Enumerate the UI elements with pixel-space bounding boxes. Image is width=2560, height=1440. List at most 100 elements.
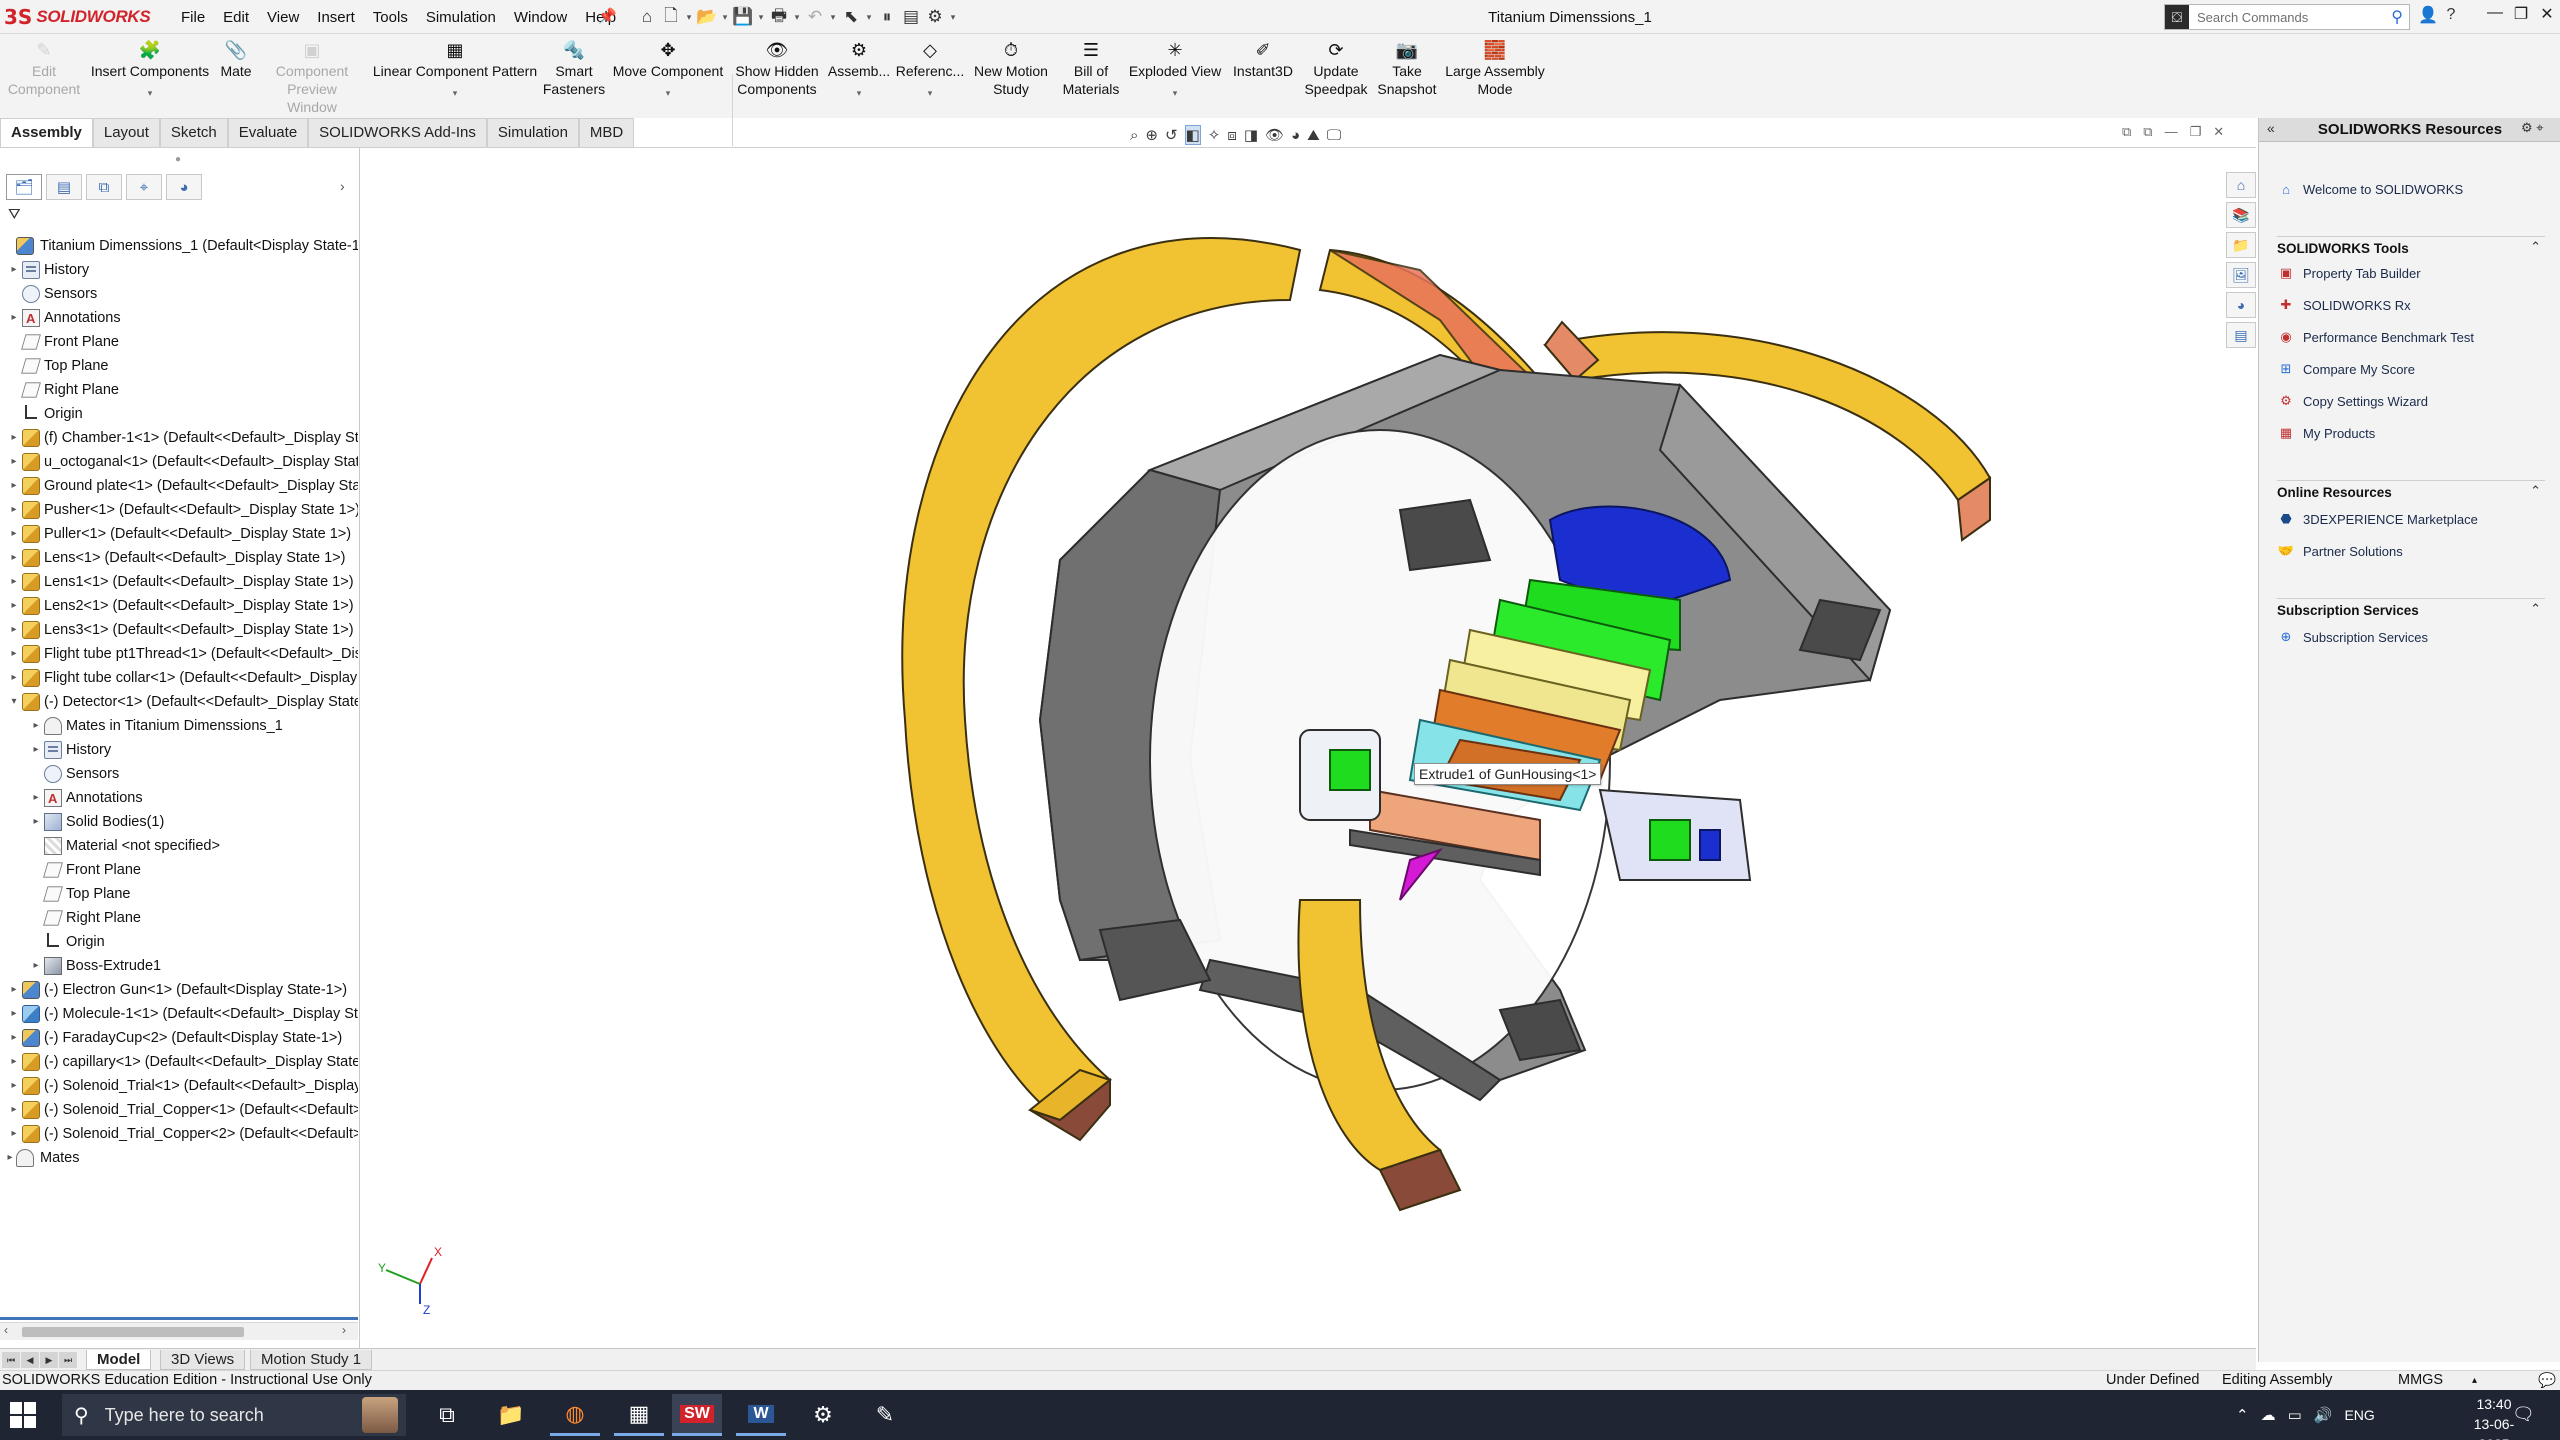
tree-expand-icon[interactable]: ▾ [8, 690, 20, 714]
tree-expand-icon[interactable]: ▸ [8, 1074, 20, 1098]
new-motion-study-button[interactable]: ⏱ New Motion Study [968, 40, 1054, 98]
home-icon[interactable]: ⌂ [636, 7, 658, 27]
tree-row[interactable]: ▸ Flight tube pt1Thread<1> (Default<<Defa… [0, 642, 358, 666]
traffic-light-icon[interactable]: ⏸ [876, 7, 898, 27]
tree-expand-icon[interactable]: ▸ [30, 786, 42, 810]
file-explorer-icon[interactable]: 📁 [2226, 232, 2256, 258]
tree-expand-icon[interactable]: ▸ [30, 954, 42, 978]
tree-expand-icon[interactable]: ▸ [8, 618, 20, 642]
dynamic-annotation-icon[interactable]: ✧ [1208, 126, 1221, 144]
file-explorer-icon[interactable]: 📁 [486, 1394, 536, 1436]
tree-row[interactable]: ▸ (-) Solenoid_Trial_Copper<1> (Default<<… [0, 1098, 358, 1122]
tree-row[interactable]: ▸ Annotations [0, 786, 358, 810]
tree-expand-icon[interactable]: ▸ [8, 1098, 20, 1122]
tree-row[interactable]: Sensors [0, 282, 358, 306]
reference-geometry-dropdown-icon[interactable]: ▾ [928, 88, 933, 98]
edit-component-button[interactable]: ✎ Edit Component [8, 40, 80, 98]
assembly-model-render[interactable]: X Y Z [361, 148, 2255, 1348]
tree-row[interactable]: Origin [0, 402, 358, 426]
last-tab-icon[interactable]: ⏭ [59, 1352, 77, 1368]
tree-row[interactable]: ▸ Mates in Titanium Dimenssions_1 [0, 714, 358, 738]
tree-expand-icon[interactable]: ▸ [8, 666, 20, 690]
section-online-resources[interactable]: Online Resources ⌃ [2277, 480, 2545, 500]
property-manager-icon[interactable]: ▤ [46, 174, 82, 200]
my-products-link[interactable]: ▦ My Products [2277, 422, 2375, 444]
tree-row[interactable]: ▸ Lens<1> (Default<<Default>_Display Stat… [0, 546, 358, 570]
word-icon[interactable]: W [736, 1394, 786, 1436]
reference-geometry-button[interactable]: ◇ Referenc... ▾ [894, 40, 966, 98]
viewport-tile2-icon[interactable]: ⧉ [2143, 124, 2152, 140]
tree-expand-icon[interactable]: ▸ [8, 594, 20, 618]
solidworks-taskbar-icon[interactable]: SW [672, 1394, 722, 1436]
tab-3d-views[interactable]: 3D Views [160, 1350, 246, 1370]
view-triad[interactable]: X Y Z [378, 1245, 442, 1317]
viewport-restore-icon[interactable]: ❐ [2190, 124, 2202, 140]
tab-simulation[interactable]: Simulation [486, 118, 579, 148]
tree-expand-icon[interactable]: ▸ [8, 498, 20, 522]
instant3d-button[interactable]: ✐ Instant3D [1228, 40, 1298, 80]
tree-row[interactable]: ▸ (-) FaradayCup<2> (Default<Display Stat… [0, 1026, 358, 1050]
tree-row[interactable]: ▸ Solid Bodies(1) [0, 810, 358, 834]
select-dropdown-icon[interactable]: ▾ [864, 12, 874, 23]
electron-gun[interactable] [1299, 729, 1381, 821]
tab-assembly[interactable]: Assembly [0, 118, 93, 148]
search-icon[interactable]: ⚲ [2391, 7, 2409, 27]
linear-pattern-button[interactable]: ▦ Linear Component Pattern ▾ [366, 40, 544, 98]
options-dropdown-icon[interactable]: ▾ [948, 12, 958, 23]
panel-resize-handle[interactable]: ● [175, 154, 181, 165]
partner-solutions-link[interactable]: 🤝 Partner Solutions [2277, 540, 2403, 562]
open-folder-icon[interactable]: 📂 [696, 7, 718, 27]
volume-icon[interactable]: 🔊 [2314, 1406, 2333, 1424]
notifications-icon[interactable]: 🗨 [2512, 1404, 2535, 1425]
save-icon[interactable]: 💾 [732, 7, 754, 27]
solidworks-resources-icon[interactable]: ⌂ [2226, 172, 2256, 198]
restore-icon[interactable]: ❐ [2508, 4, 2534, 24]
tree-row[interactable]: ▸ Lens2<1> (Default<<Default>_Display Sta… [0, 594, 358, 618]
view-orientation-icon[interactable]: ⧈ [1227, 127, 1237, 144]
units-dropdown-icon[interactable]: ▴ [2472, 1375, 2477, 1386]
update-speedpak-button[interactable]: ⟳ Update Speedpak [1300, 40, 1372, 98]
new-dropdown-icon[interactable]: ▾ [684, 12, 694, 23]
show-hidden-button[interactable]: 👁 Show Hidden Components [734, 40, 820, 98]
take-snapshot-button[interactable]: 📷 Take Snapshot [1374, 40, 1440, 98]
insert-components-button[interactable]: 🧩 Insert Components ▾ [88, 40, 212, 98]
search-input[interactable]: Search Commands [2189, 10, 2391, 25]
tree-expand-icon[interactable]: ▸ [4, 1146, 16, 1170]
viewport-minimize-icon[interactable]: — [2165, 124, 2178, 140]
settings-gear-icon[interactable]: ⚙ [798, 1394, 848, 1436]
tree-row[interactable]: ▸ (-) Molecule-1<1> (Default<<Default>_Di… [0, 1002, 358, 1026]
close-icon[interactable]: ✕ [2534, 4, 2560, 24]
tree-expand-icon[interactable]: ▸ [8, 450, 20, 474]
tree-expand-icon[interactable]: ▸ [8, 1122, 20, 1146]
tree-row[interactable]: Titanium Dimenssions_1 (Default<Display … [0, 234, 358, 258]
tree-expand-icon[interactable]: ▸ [30, 810, 42, 834]
task-view-icon[interactable]: ⧉ [422, 1394, 472, 1436]
tab-layout[interactable]: Layout [92, 118, 160, 148]
tree-row[interactable]: Top Plane [0, 882, 358, 906]
onedrive-icon[interactable]: ☁ [2261, 1406, 2276, 1424]
tab-model[interactable]: Model [86, 1350, 152, 1370]
tree-row[interactable]: Origin [0, 930, 358, 954]
section-solidworks-tools[interactable]: SOLIDWORKS Tools ⌃ [2277, 236, 2545, 256]
horizontal-scrollbar[interactable]: ‹ › [0, 1322, 358, 1340]
collapse-section-icon[interactable]: ⌃ [2530, 483, 2541, 499]
tree-row[interactable]: Front Plane [0, 858, 358, 882]
collapse-section-icon[interactable]: ⌃ [2530, 601, 2541, 617]
tree-expand-icon[interactable]: ▸ [8, 258, 20, 282]
tree-row[interactable]: ▸ Puller<1> (Default<<Default>_Display St… [0, 522, 358, 546]
featuremanager-tree-icon[interactable]: 🗂 [6, 174, 42, 200]
subscription-services-link[interactable]: ⊕ Subscription Services [2277, 626, 2428, 648]
next-tab-icon[interactable]: ▶ [40, 1352, 58, 1368]
tree-row[interactable]: Right Plane [0, 906, 358, 930]
tree-expand-icon[interactable]: ▸ [8, 546, 20, 570]
collapse-section-icon[interactable]: ⌃ [2530, 239, 2541, 255]
custom-properties-icon[interactable]: ▤ [2226, 322, 2256, 348]
tree-expand-icon[interactable]: ▸ [8, 1026, 20, 1050]
section-subscription-services[interactable]: Subscription Services ⌃ [2277, 598, 2545, 618]
move-component-button[interactable]: ✥ Move Component ▾ [610, 40, 726, 98]
assembly-features-dropdown-icon[interactable]: ▾ [857, 88, 862, 98]
component-preview-button[interactable]: ▣ Component Preview Window [262, 40, 362, 116]
tray-expand-icon[interactable]: ⌃ [2236, 1406, 2249, 1424]
copy-settings-link[interactable]: ⚙ Copy Settings Wizard [2277, 390, 2428, 412]
chat-icon[interactable]: 💬 [2538, 1372, 2556, 1389]
